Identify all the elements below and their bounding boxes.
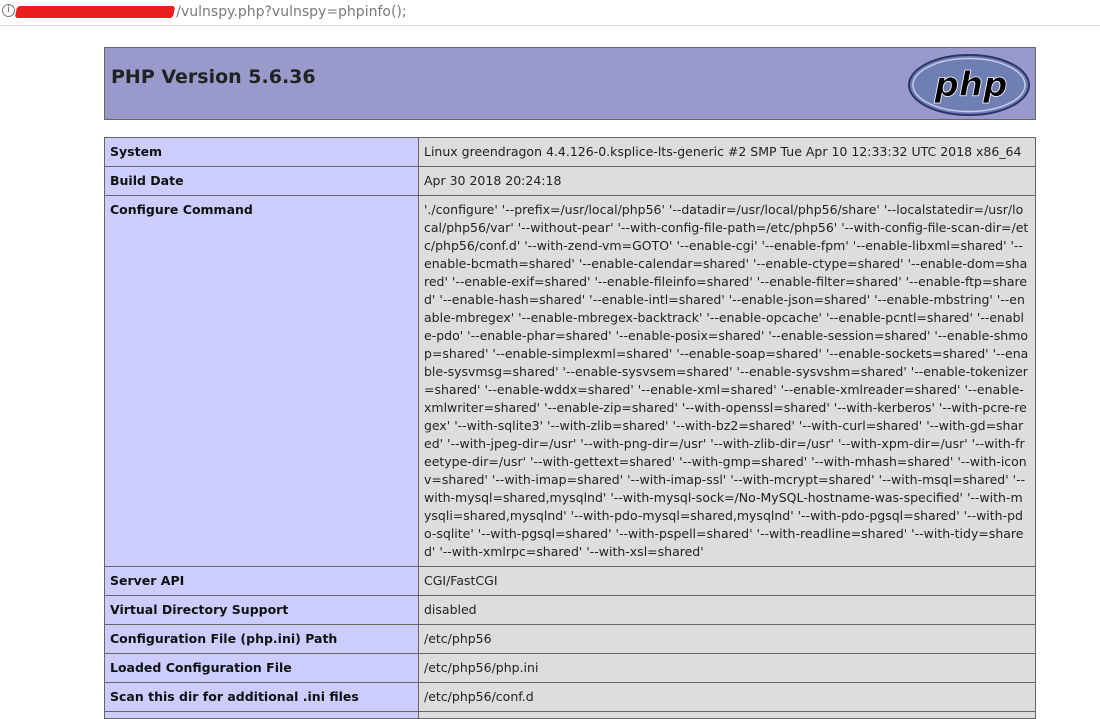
row-label: Scan this dir for additional .ini files: [104, 682, 419, 712]
row-value: /etc/php56/conf.d: [418, 682, 1036, 712]
info-icon[interactable]: i: [2, 4, 15, 17]
row-label: Server API: [104, 566, 419, 596]
row-label: Configure Command: [104, 195, 419, 567]
table-row: Loaded Configuration File /etc/php56/php…: [104, 653, 1036, 683]
table-row: Configure Command './configure' '--prefi…: [104, 195, 1036, 567]
table-row: Build Date Apr 30 2018 20:24:18: [104, 166, 1036, 196]
row-label: [104, 711, 419, 719]
row-label: Loaded Configuration File: [104, 653, 419, 683]
row-label: System: [104, 137, 419, 167]
row-label: Configuration File (php.ini) Path: [104, 624, 419, 654]
table-row-partial: [104, 711, 1036, 719]
info-table: System Linux greendragon 4.4.126-0.kspli…: [104, 137, 1036, 719]
row-label: Virtual Directory Support: [104, 595, 419, 625]
table-row: Configuration File (php.ini) Path /etc/p…: [104, 624, 1036, 654]
row-label: Build Date: [104, 166, 419, 196]
row-value: CGI/FastCGI: [418, 566, 1036, 596]
table-row: Virtual Directory Support disabled: [104, 595, 1036, 625]
php-version-header: PHP Version 5.6.36 php: [104, 47, 1036, 120]
url-path: /vulnspy.php?vulnspy=phpinfo();: [176, 4, 407, 20]
row-value: Linux greendragon 4.4.126-0.ksplice-lts-…: [418, 137, 1036, 167]
row-value: Apr 30 2018 20:24:18: [418, 166, 1036, 196]
table-row: Scan this dir for additional .ini files …: [104, 682, 1036, 712]
address-bar[interactable]: i v/vulnspy.php?vulnspy=phpinfo();: [0, 0, 1100, 26]
row-value: disabled: [418, 595, 1036, 625]
row-value: /etc/php56/php.ini: [418, 653, 1036, 683]
php-logo[interactable]: php: [907, 53, 1031, 117]
table-row: Server API CGI/FastCGI: [104, 566, 1036, 596]
table-row: System Linux greendragon 4.4.126-0.kspli…: [104, 137, 1036, 167]
php-logo-text: php: [934, 65, 1008, 105]
redaction-mark: [14, 6, 176, 18]
row-value: [418, 711, 1036, 719]
page-title: PHP Version 5.6.36: [111, 66, 316, 88]
row-value: /etc/php56: [418, 624, 1036, 654]
row-value: './configure' '--prefix=/usr/local/php56…: [418, 195, 1036, 567]
